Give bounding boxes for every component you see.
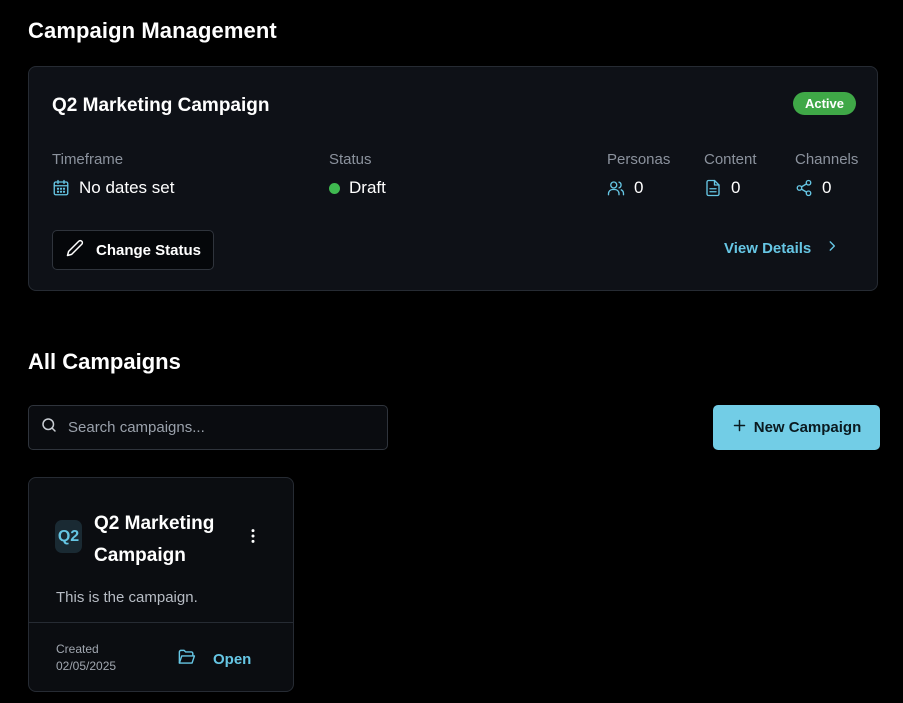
channels-label: Channels xyxy=(795,151,859,168)
created-label: Created xyxy=(56,642,99,656)
more-vertical-icon[interactable] xyxy=(243,526,263,546)
content-value: 0 xyxy=(731,178,741,197)
page: Campaign Management Q2 Marketing Campaig… xyxy=(0,0,903,703)
chevron-right-icon xyxy=(825,239,839,257)
calendar-icon xyxy=(52,179,70,197)
personas-value: 0 xyxy=(634,178,644,197)
campaign-title: Q2 Marketing Campaign xyxy=(52,95,270,116)
status-value-group: Draft xyxy=(329,178,386,198)
new-campaign-label: New Campaign xyxy=(753,419,862,436)
change-status-button[interactable]: Change Status xyxy=(52,230,214,270)
users-icon xyxy=(607,179,625,197)
change-status-label: Change Status xyxy=(96,241,202,259)
new-campaign-button[interactable]: New Campaign xyxy=(713,405,880,450)
share-icon xyxy=(795,179,813,197)
campaign-tile-description: This is the campaign. xyxy=(56,589,198,606)
view-details-label: View Details xyxy=(724,239,812,257)
folder-open-icon xyxy=(177,648,196,671)
channels-value-group: 0 xyxy=(795,178,831,198)
divider xyxy=(29,622,293,623)
content-label: Content xyxy=(704,151,757,168)
channels-value: 0 xyxy=(822,178,832,197)
campaign-summary-card: Q2 Marketing Campaign Active Timeframe N… xyxy=(28,66,878,291)
status-dot-icon xyxy=(329,182,340,194)
search-icon xyxy=(40,416,58,439)
page-title: Campaign Management xyxy=(28,18,277,43)
status-badge: Active xyxy=(792,92,856,115)
content-value-group: 0 xyxy=(704,178,740,198)
view-details-link[interactable]: View Details xyxy=(724,239,839,257)
campaign-tile: Q2 Q2 Marketing Campaign This is the cam… xyxy=(28,477,294,692)
search-input[interactable] xyxy=(66,418,370,437)
personas-label: Personas xyxy=(607,151,671,168)
all-campaigns-title: All Campaigns xyxy=(28,349,181,374)
status-label: Status xyxy=(329,151,372,168)
search-box xyxy=(28,405,388,450)
open-button[interactable]: Open xyxy=(177,648,251,671)
pencil-icon xyxy=(66,239,84,261)
avatar: Q2 xyxy=(55,520,82,553)
timeframe-value-group: No dates set xyxy=(52,178,174,198)
plus-icon xyxy=(732,418,747,437)
file-text-icon xyxy=(704,179,722,197)
campaign-tile-title: Q2 Marketing Campaign xyxy=(94,513,215,566)
created-date: 02/05/2025 xyxy=(56,659,117,673)
personas-value-group: 0 xyxy=(607,178,643,198)
status-value: Draft xyxy=(349,178,386,197)
timeframe-label: Timeframe xyxy=(52,151,124,168)
timeframe-value: No dates set xyxy=(79,178,175,197)
open-label: Open xyxy=(213,651,252,668)
